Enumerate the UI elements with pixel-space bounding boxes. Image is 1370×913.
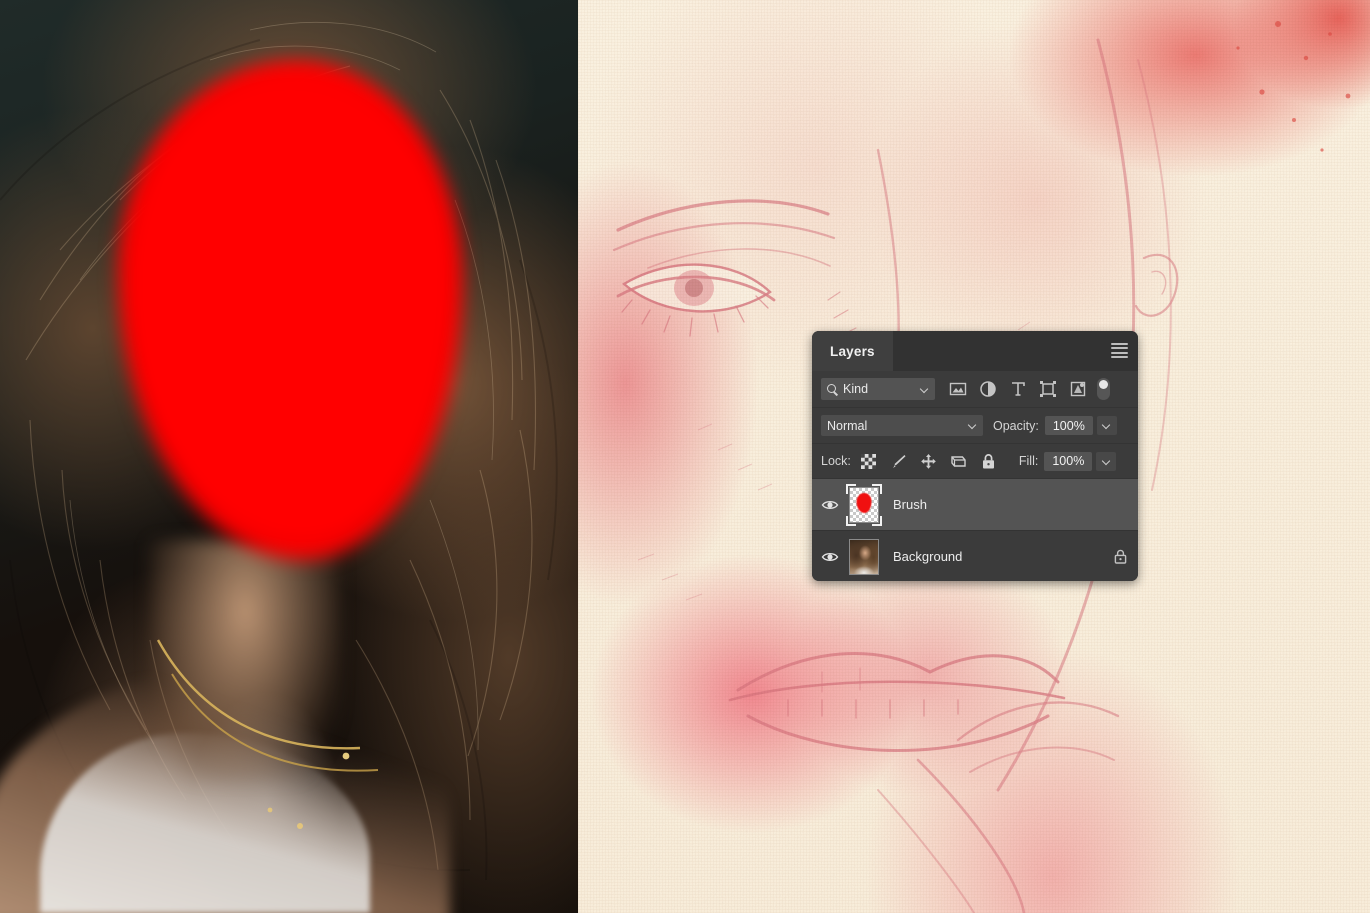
layers-panel[interactable]: Layers Kind Normal Opacity: 100% Lock: F…: [812, 331, 1138, 581]
layer-thumbnail-background[interactable]: [846, 536, 882, 578]
chevron-down-icon: [1102, 457, 1111, 466]
lock-row: Lock: Fill: 100%: [812, 444, 1138, 479]
lock-label: Lock:: [821, 454, 851, 468]
chevron-down-icon: [920, 385, 929, 394]
lock-transparent-pixels-icon[interactable]: [860, 453, 877, 470]
gold-necklace: [156, 639, 379, 829]
opacity-value: 100%: [1052, 418, 1085, 433]
chevron-down-icon: [1102, 421, 1111, 430]
tab-layers[interactable]: Layers: [812, 331, 893, 371]
opacity-label: Opacity:: [993, 418, 1039, 433]
panel-header-space: [893, 331, 1138, 371]
screenshot-stage: Layers Kind Normal Opacity: 100% Lock: F…: [0, 0, 1370, 913]
chevron-down-icon: [968, 421, 977, 430]
fill-input[interactable]: 100%: [1044, 451, 1093, 471]
original-photo-pane: [0, 0, 578, 913]
table-row[interactable]: Brush: [812, 479, 1138, 531]
pixel-layer-filter-icon[interactable]: [949, 380, 967, 398]
filter-toggle-switch[interactable]: [1097, 378, 1110, 400]
hamburger-menu-icon[interactable]: [1111, 343, 1128, 358]
blend-mode-select[interactable]: Normal: [821, 415, 983, 436]
selection-bracket-icon: [846, 515, 856, 526]
layer-name[interactable]: Brush: [893, 497, 927, 512]
selection-bracket-icon: [872, 483, 882, 494]
layer-thumbnail-brush[interactable]: [846, 483, 882, 526]
lock-icons: [860, 453, 997, 470]
blend-mode-value: Normal: [827, 418, 868, 433]
lock-all-icon[interactable]: [980, 453, 997, 470]
fill-label: Fill:: [1018, 454, 1039, 468]
adjustment-layer-filter-icon[interactable]: [979, 380, 997, 398]
type-layer-filter-icon[interactable]: [1009, 380, 1027, 398]
table-row[interactable]: Background: [812, 531, 1138, 581]
blend-mode-row: Normal Opacity: 100%: [812, 408, 1138, 444]
layer-filter-row: Kind: [812, 371, 1138, 408]
filter-kind-select[interactable]: Kind: [821, 378, 935, 400]
filter-kind-label: Kind: [843, 382, 869, 396]
opacity-input[interactable]: 100%: [1044, 416, 1093, 435]
padlock-icon[interactable]: [1112, 548, 1129, 565]
portrait-thumbnail-content: [850, 539, 878, 574]
shape-layer-filter-icon[interactable]: [1039, 380, 1057, 398]
tab-layers-label: Layers: [830, 343, 875, 359]
layer-name[interactable]: Background: [893, 549, 962, 564]
lock-image-pixels-icon[interactable]: [890, 453, 907, 470]
fill-stepper[interactable]: [1096, 451, 1117, 471]
prevent-nesting-icon[interactable]: [950, 453, 967, 470]
fill-value: 100%: [1052, 454, 1085, 468]
opacity-stepper[interactable]: [1096, 416, 1117, 435]
smart-object-filter-icon[interactable]: [1069, 380, 1087, 398]
layers-panel-header: Layers: [812, 331, 1138, 371]
selection-bracket-icon: [846, 483, 856, 494]
layer-visibility-icon[interactable]: [821, 496, 839, 514]
thumbnail-frame: [849, 538, 879, 575]
layer-visibility-icon[interactable]: [821, 548, 839, 566]
filter-type-icons: [949, 380, 1087, 398]
search-icon: [827, 383, 838, 395]
selection-bracket-icon: [872, 515, 882, 526]
layer-list: Brush Background: [812, 479, 1138, 581]
lock-position-icon[interactable]: [920, 453, 937, 470]
